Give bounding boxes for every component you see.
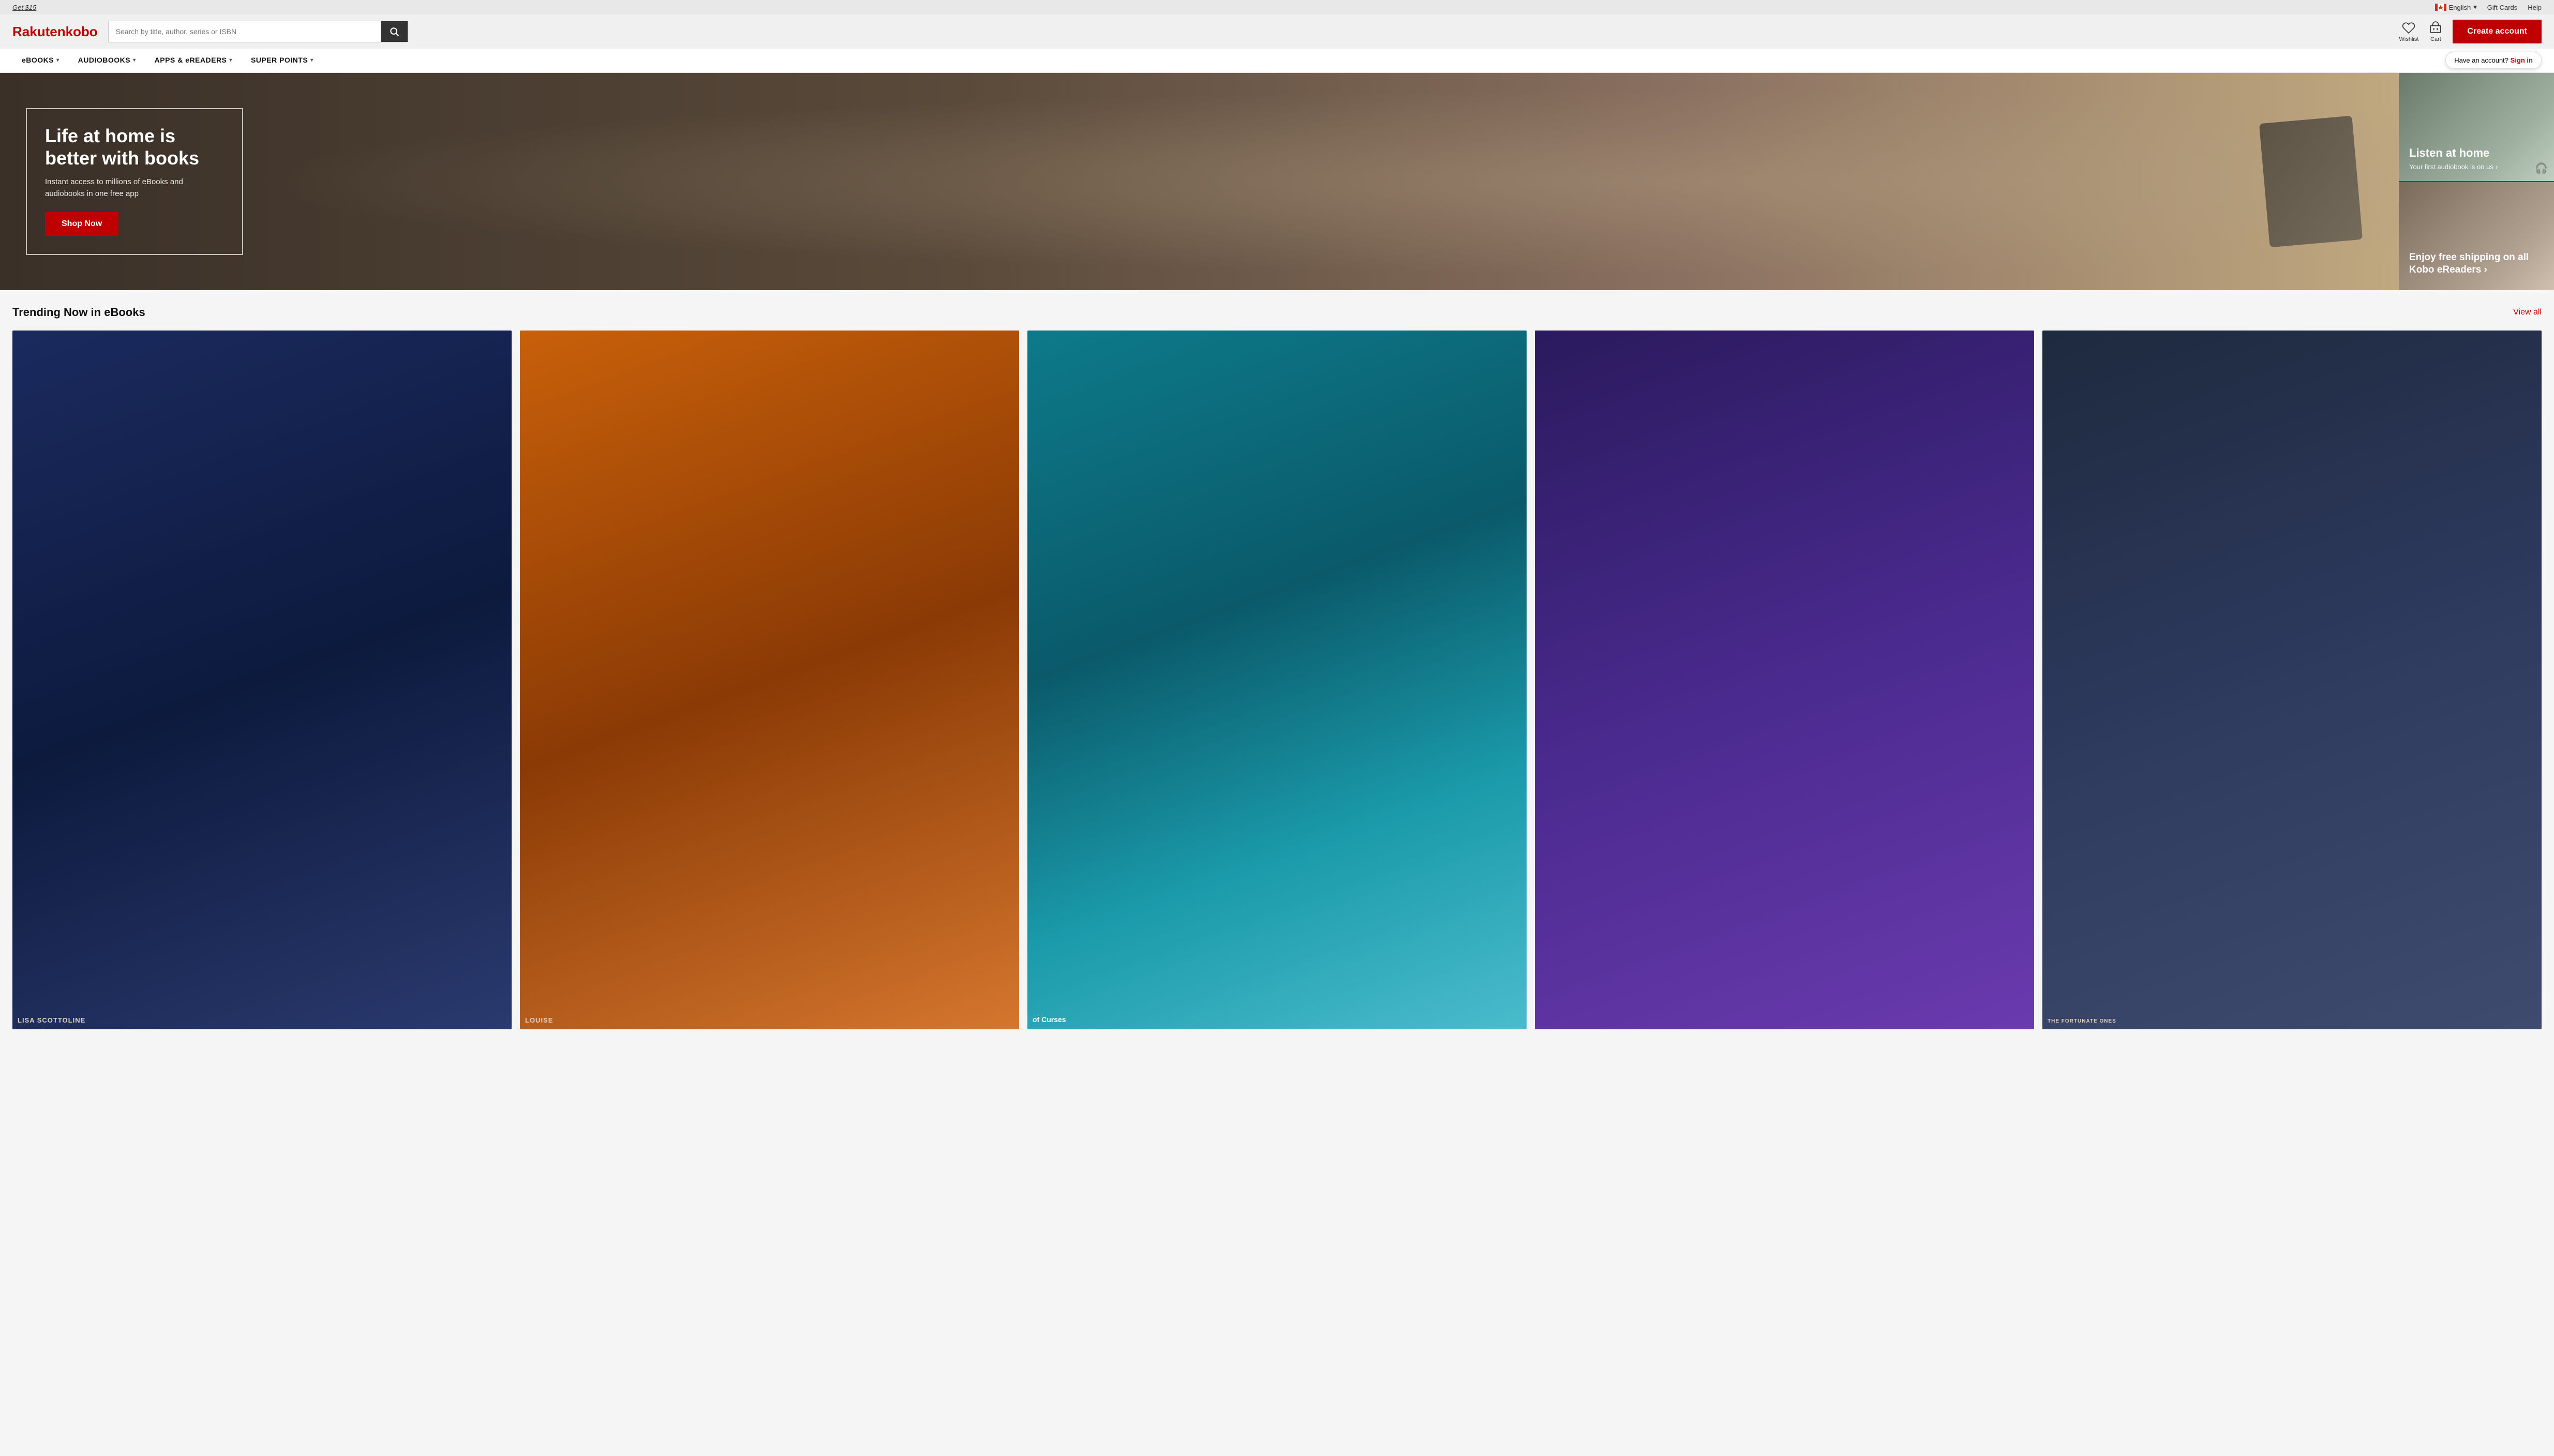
nav-ebooks-label: eBOOKS [22,56,54,64]
nav-audiobooks[interactable]: AUDIOBOOKS ▾ [69,49,145,72]
book-title-3: of Curses [1033,1015,1521,1024]
listen-subtitle-text: Your first audiobook is on us [2409,163,2493,171]
book-cover-text-1: LISA SCOTTOLINE [12,331,512,1029]
headphone-icon: 🎧 [2535,162,2548,175]
book-title-5: the FORTUNATE ONES [2048,1018,2536,1024]
nav-apps-chevron-icon: ▾ [229,57,232,63]
shipping-title: Enjoy free shipping on all Kobo eReaders… [2409,251,2544,277]
book-cover-2: LOUISE [520,331,1019,1029]
top-bar: Get $15 English ▾ Gift Cards Help [0,0,2554,14]
shipping-title-text: Enjoy free shipping on all Kobo eReaders [2409,252,2529,276]
book-card-2[interactable]: LOUISE [520,331,1019,1029]
listen-content: Listen at home Your first audiobook is o… [2409,146,2498,171]
search-icon [389,26,399,37]
view-all-link[interactable]: View all [2513,308,2542,317]
hero-section: Life at home is better with books Instan… [0,73,2554,290]
books-grid: LISA SCOTTOLINE LOUISE of Curses [12,331,2542,1029]
book-cover-1: LISA SCOTTOLINE [12,331,512,1029]
book-cover-4 [1535,331,2034,1029]
hero-content: Life at home is better with books Instan… [0,87,269,276]
listen-title: Listen at home [2409,146,2498,160]
shipping-content: Enjoy free shipping on all Kobo eReaders… [2409,251,2544,280]
listen-chevron-icon: › [2496,163,2498,171]
book-cover-5: the FORTUNATE ONES [2042,331,2542,1029]
hero-title: Life at home is better with books [45,125,224,169]
book-cover-text-2: LOUISE [520,331,1019,1029]
hero-text-box: Life at home is better with books Instan… [26,108,243,255]
have-account-text: Have an account? [2454,56,2508,64]
gift-cards-link[interactable]: Gift Cards [2487,4,2518,11]
main-nav: eBOOKS ▾ AUDIOBOOKS ▾ APPS & eREADERS ▾ … [0,49,2554,73]
book-author-1: LISA SCOTTOLINE [18,1016,506,1024]
logo[interactable]: Rakuten kobo [12,24,98,40]
cart-button[interactable]: Cart [2429,21,2442,42]
wishlist-button[interactable]: Wishlist [2399,21,2419,42]
nav-audiobooks-chevron-icon: ▾ [133,57,136,63]
promo-area[interactable]: Get $15 [12,4,36,11]
nav-super-points-label: SUPER POINTS [251,56,308,64]
canadian-flag-icon [2435,4,2446,11]
nav-ebooks-chevron-icon: ▾ [56,57,59,63]
hero-subtitle: Instant access to millions of eBooks and… [45,176,224,200]
heart-icon [2402,21,2415,35]
nav-ebooks[interactable]: eBOOKS ▾ [12,49,69,72]
logo-kobo: kobo [66,24,98,40]
create-account-button[interactable]: Create account [2453,20,2542,43]
book-card-5[interactable]: the FORTUNATE ONES [2042,331,2542,1029]
help-link[interactable]: Help [2528,4,2542,11]
book-cover-3: of Curses [1027,331,1527,1029]
sign-in-tooltip: Have an account? Sign in [2445,52,2542,69]
search-bar [108,21,408,42]
wishlist-label: Wishlist [2399,36,2419,42]
cart-icon [2429,21,2442,35]
book-card-1[interactable]: LISA SCOTTOLINE [12,331,512,1029]
listen-subtitle: Your first audiobook is on us › [2409,163,2498,171]
language-label: English [2449,4,2471,11]
hero-side: Listen at home Your first audiobook is o… [2399,73,2554,290]
top-bar-right: English ▾ Gift Cards Help [2435,3,2542,11]
search-button[interactable] [381,21,408,42]
search-input[interactable] [109,21,381,42]
trending-section: Trending Now in eBooks View all LISA SCO… [0,290,2554,1040]
header: Rakuten kobo Wishlist Cart [0,14,2554,49]
language-chevron-icon: ▾ [2473,3,2477,11]
nav-super-points[interactable]: SUPER POINTS ▾ [242,49,323,72]
book-card-3[interactable]: of Curses [1027,331,1527,1029]
book-card-4[interactable] [1535,331,2034,1029]
book-cover-text-3: of Curses [1027,331,1527,1029]
book-cover-text-5: the FORTUNATE ONES [2042,331,2542,1029]
cart-label: Cart [2430,36,2441,42]
tablet-decoration [2259,116,2363,248]
shop-now-button[interactable]: Shop Now [45,212,118,236]
shipping-arrow-icon: › [2484,264,2487,275]
sign-in-link[interactable]: Sign in [2511,56,2533,64]
logo-rakuten: Rakuten [12,24,66,40]
hero-main: Life at home is better with books Instan… [0,73,2399,290]
promo-link[interactable]: Get $15 [12,4,36,11]
hero-background [0,73,2399,290]
language-selector[interactable]: English ▾ [2435,3,2477,11]
book-author-2: LOUISE [525,1016,1014,1024]
trending-header: Trending Now in eBooks View all [12,306,2542,319]
nav-audiobooks-label: AUDIOBOOKS [78,56,130,64]
hero-shipping-panel[interactable]: Enjoy free shipping on all Kobo eReaders… [2399,182,2554,290]
trending-title: Trending Now in eBooks [12,306,145,319]
book-cover-text-4 [1535,331,2034,1029]
nav-super-points-chevron-icon: ▾ [310,57,313,63]
hero-listen-panel[interactable]: Listen at home Your first audiobook is o… [2399,73,2554,182]
nav-apps-ereaders-label: APPS & eREADERS [155,56,227,64]
header-right: Wishlist Cart Create account Have an acc… [2399,20,2542,43]
nav-apps-ereaders[interactable]: APPS & eREADERS ▾ [145,49,242,72]
